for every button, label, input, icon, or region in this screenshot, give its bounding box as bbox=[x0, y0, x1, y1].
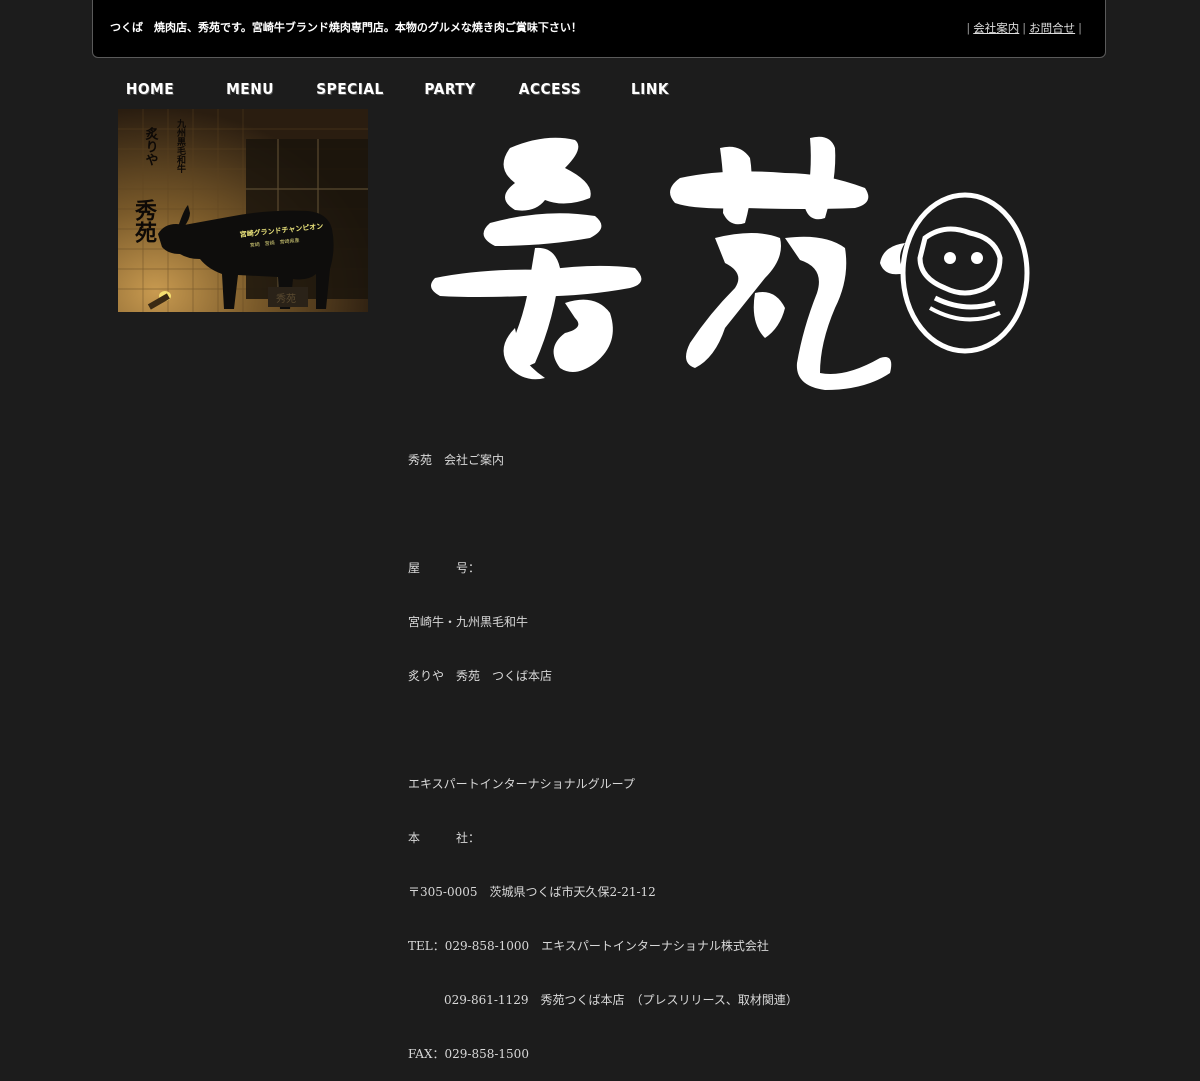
nav-party[interactable]: PARTY bbox=[404, 76, 496, 102]
nav-access[interactable]: ACCESS bbox=[504, 76, 596, 102]
headquarters-label: 本 社： bbox=[408, 831, 481, 845]
separator: | bbox=[966, 21, 971, 35]
nav-special[interactable]: SPECIAL bbox=[304, 76, 396, 102]
shuen-logo bbox=[425, 128, 1035, 390]
telephone-store: 029-861-1129 秀苑つくば本店 （プレスリリース、取材関連） bbox=[444, 993, 798, 1007]
main-nav: HOME MENU SPECIAL PARTY ACCESS LINK bbox=[100, 76, 700, 102]
separator: | bbox=[1022, 21, 1027, 35]
postal-address: 〒305-0005 茨城県つくば市天久保2-21-12 bbox=[408, 885, 656, 899]
storefront-photo: 九州黒毛和牛 炙りや 秀苑 宮崎グランドチャンピオン 宮崎 宮崎 宮崎県産 秀苑 bbox=[118, 109, 368, 312]
photo-plaque: 秀苑 bbox=[276, 292, 296, 305]
telephone-main: TEL：029-858-1000 エキスパートインターナショナル株式会社 bbox=[408, 939, 769, 953]
nav-home[interactable]: HOME bbox=[104, 76, 196, 102]
trade-name-label: 屋 号： bbox=[408, 561, 481, 575]
shuen-calligraphy-logo-icon bbox=[431, 136, 1030, 390]
wall-text-left: 九州黒毛和牛 bbox=[175, 118, 187, 174]
storefront-cow-image: 九州黒毛和牛 炙りや 秀苑 宮崎グランドチャンピオン 宮崎 宮崎 宮崎県産 秀苑 bbox=[118, 109, 368, 312]
group-name: エキスパートインターナショナルグループ bbox=[408, 777, 635, 791]
trade-name-line-1: 宮崎牛・九州黒毛和牛 bbox=[408, 615, 529, 629]
contact-link[interactable]: お問合せ bbox=[1029, 21, 1075, 35]
company-info-link[interactable]: 会社案内 bbox=[973, 21, 1019, 35]
header-links: | 会社案内 | お問合せ | bbox=[963, 20, 1085, 36]
site-header: つくば 焼肉店、秀苑です。宮崎牛ブランド焼肉専門店。本物のグルメな焼き肉ご賞味下… bbox=[92, 0, 1106, 58]
site-tagline: つくば 焼肉店、秀苑です。宮崎牛ブランド焼肉専門店。本物のグルメな焼き肉ご賞味下… bbox=[110, 21, 582, 34]
trade-name-line-2: 炙りや 秀苑 つくば本店 bbox=[408, 669, 553, 683]
wall-text-bottom: 秀苑 bbox=[131, 199, 158, 244]
fax-number: FAX：029-858-1500 bbox=[408, 1047, 529, 1061]
nav-menu[interactable]: MENU bbox=[204, 76, 296, 102]
company-info: 秀苑 会社ご案内 屋 号： 宮崎牛・九州黒毛和牛 炙りや 秀苑 つくば本店 エキ… bbox=[408, 415, 798, 1081]
nav-link[interactable]: LINK bbox=[604, 76, 696, 102]
wall-text-mid: 炙りや bbox=[143, 126, 159, 166]
separator: | bbox=[1078, 21, 1082, 35]
company-info-title: 秀苑 会社ご案内 bbox=[408, 453, 505, 467]
